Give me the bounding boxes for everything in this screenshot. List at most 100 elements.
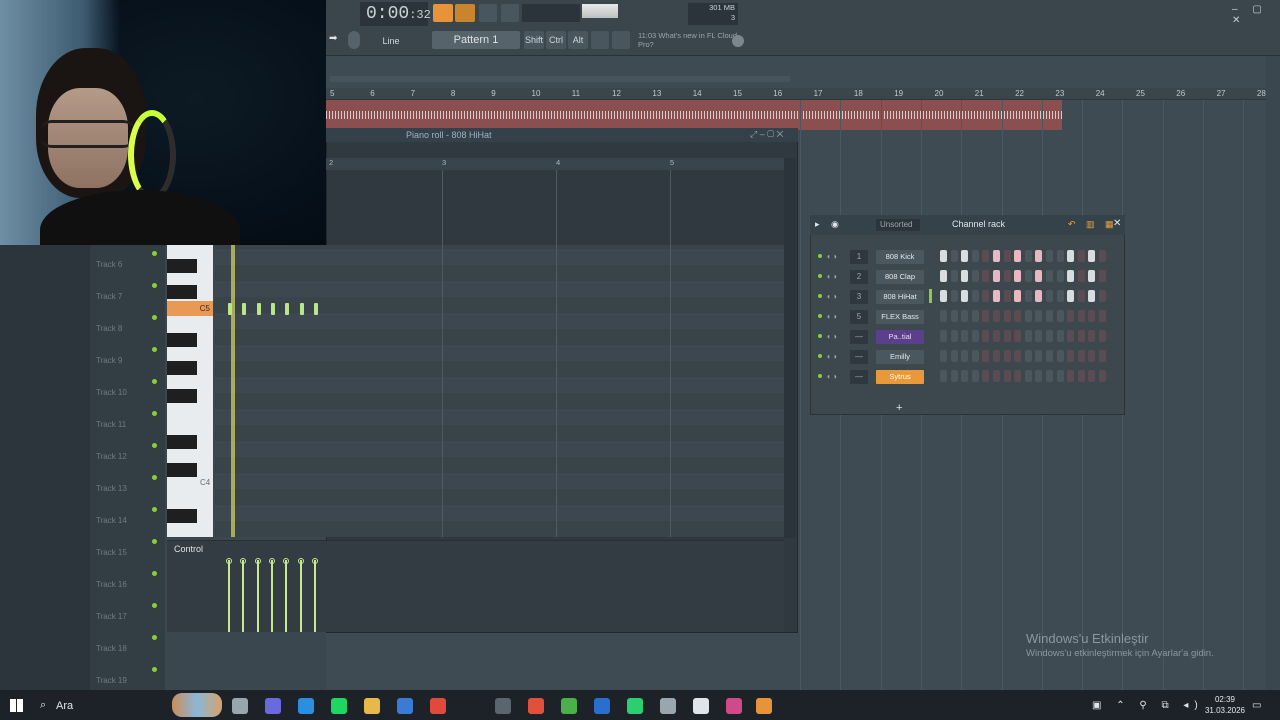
track-mute-led[interactable] (152, 347, 157, 352)
channel-mute-led[interactable] (818, 374, 822, 378)
channel-mixer-track[interactable]: — (850, 350, 868, 364)
step-button[interactable] (1077, 290, 1085, 302)
step-button[interactable] (982, 370, 990, 382)
play-triangle-icon[interactable]: ▸ (815, 219, 820, 230)
windows-start-icon[interactable] (10, 699, 23, 712)
edge-icon[interactable] (298, 698, 314, 714)
channel-pan-knob[interactable]: ◖ ◗ (826, 292, 838, 301)
minecraft-icon[interactable] (561, 698, 577, 714)
step-button[interactable] (1067, 350, 1075, 362)
channel-pan-knob[interactable]: ◖ ◗ (826, 332, 838, 341)
track-mute-led[interactable] (152, 603, 157, 608)
step-button[interactable] (1003, 350, 1011, 362)
track-mute-led[interactable] (152, 283, 157, 288)
arrow-right-icon[interactable]: ➡ (329, 33, 337, 44)
channel-row[interactable]: ◖ ◗ — Emilly (812, 349, 1112, 367)
step-button[interactable] (950, 350, 958, 362)
step-button[interactable] (1035, 250, 1043, 262)
copilot-icon[interactable] (265, 698, 281, 714)
pattern-selector[interactable]: Pattern 1 (432, 31, 520, 49)
note[interactable] (299, 303, 304, 315)
step-button[interactable] (940, 350, 947, 362)
channel-name-button[interactable]: Pa..tial (876, 330, 924, 344)
channel-name-button[interactable]: Emilly (876, 350, 924, 364)
channel-mixer-track[interactable]: — (850, 370, 868, 384)
channel-row[interactable]: ◖ ◗ 1 808 Kick (812, 249, 1112, 267)
channel-name-button[interactable]: Sytrus (876, 370, 924, 384)
step-button[interactable] (1014, 290, 1022, 302)
time-display[interactable]: 0:00:32 (360, 2, 431, 26)
channel-row[interactable]: ◖ ◗ — Sytrus (812, 369, 1112, 387)
step-button[interactable] (1046, 290, 1053, 302)
step-button[interactable] (1067, 270, 1075, 282)
step-button[interactable] (940, 310, 947, 322)
step-button[interactable] (961, 250, 969, 262)
velocity-bar[interactable] (242, 560, 245, 632)
step-button[interactable] (1099, 370, 1106, 382)
step-button[interactable] (1035, 310, 1043, 322)
step-button[interactable] (1099, 250, 1106, 262)
step-button[interactable] (961, 290, 969, 302)
close-icon[interactable]: ✕ (1113, 218, 1121, 229)
step-button[interactable] (1014, 330, 1022, 342)
app-icon-3[interactable] (660, 698, 676, 714)
widget-weather-icon[interactable] (172, 693, 222, 717)
step-button[interactable] (1056, 310, 1064, 322)
step-button[interactable] (1024, 310, 1032, 322)
settings-icon[interactable]: ◉ (831, 219, 839, 230)
key-c5[interactable]: C5 (167, 301, 213, 316)
step-button[interactable] (993, 250, 1000, 262)
step-button[interactable] (1035, 350, 1043, 362)
step-button[interactable] (961, 330, 969, 342)
velocity-bar[interactable] (299, 560, 302, 632)
file-explorer-icon[interactable] (364, 698, 380, 714)
step-button[interactable] (961, 370, 969, 382)
track-mute-led[interactable] (152, 539, 157, 544)
channel-name-button[interactable]: 808 Kick (876, 250, 924, 264)
channel-mixer-track[interactable]: 3 (850, 290, 868, 304)
channel-pan-knob[interactable]: ◖ ◗ (826, 252, 838, 261)
piano-keyboard[interactable] (167, 245, 213, 537)
snap-mode-select[interactable]: Line (378, 32, 404, 50)
menu-icon[interactable] (612, 31, 630, 49)
note[interactable] (242, 303, 247, 315)
channel-row[interactable]: ◖ ◗ 5 FLEX Bass (812, 309, 1112, 327)
step-button[interactable] (1046, 250, 1053, 262)
step-button[interactable] (1035, 330, 1043, 342)
velocity-bar[interactable] (228, 560, 230, 632)
store-icon[interactable] (397, 698, 413, 714)
pattern-mode-button[interactable] (433, 4, 453, 22)
velocity-handle[interactable] (254, 558, 261, 564)
step-button[interactable] (1046, 350, 1053, 362)
channel-name-button[interactable]: FLEX Bass (876, 310, 924, 324)
step-button[interactable] (1056, 270, 1064, 282)
task-view-icon[interactable] (232, 698, 248, 714)
channel-row[interactable]: ◖ ◗ 2 808 Clap (812, 269, 1112, 287)
spotify-icon[interactable] (331, 698, 347, 714)
add-channel-button[interactable]: + (896, 402, 902, 414)
step-button[interactable] (961, 350, 969, 362)
tempo-tap-icon[interactable] (591, 31, 609, 49)
outlook-icon[interactable] (594, 698, 610, 714)
step-button[interactable] (940, 290, 947, 302)
channel-mute-led[interactable] (818, 334, 822, 338)
step-button[interactable] (1099, 330, 1106, 342)
velocity-handle[interactable] (226, 558, 232, 564)
step-button[interactable] (1077, 310, 1085, 322)
step-button[interactable] (940, 270, 947, 282)
step-button[interactable] (950, 330, 958, 342)
step-button[interactable] (971, 370, 979, 382)
step-button[interactable] (1067, 290, 1075, 302)
step-button[interactable] (1035, 370, 1043, 382)
track-mute-led[interactable] (152, 443, 157, 448)
globe-icon[interactable] (732, 35, 744, 47)
track-mute-led[interactable] (152, 315, 157, 320)
step-button[interactable] (1014, 250, 1022, 262)
channel-pan-knob[interactable]: ◖ ◗ (826, 352, 838, 361)
step-button[interactable] (993, 290, 1000, 302)
step-button[interactable] (1099, 290, 1106, 302)
chrome-icon[interactable] (430, 698, 446, 714)
step-button[interactable] (1046, 370, 1053, 382)
alt-button[interactable]: Alt (568, 31, 588, 49)
step-button[interactable] (1046, 330, 1053, 342)
